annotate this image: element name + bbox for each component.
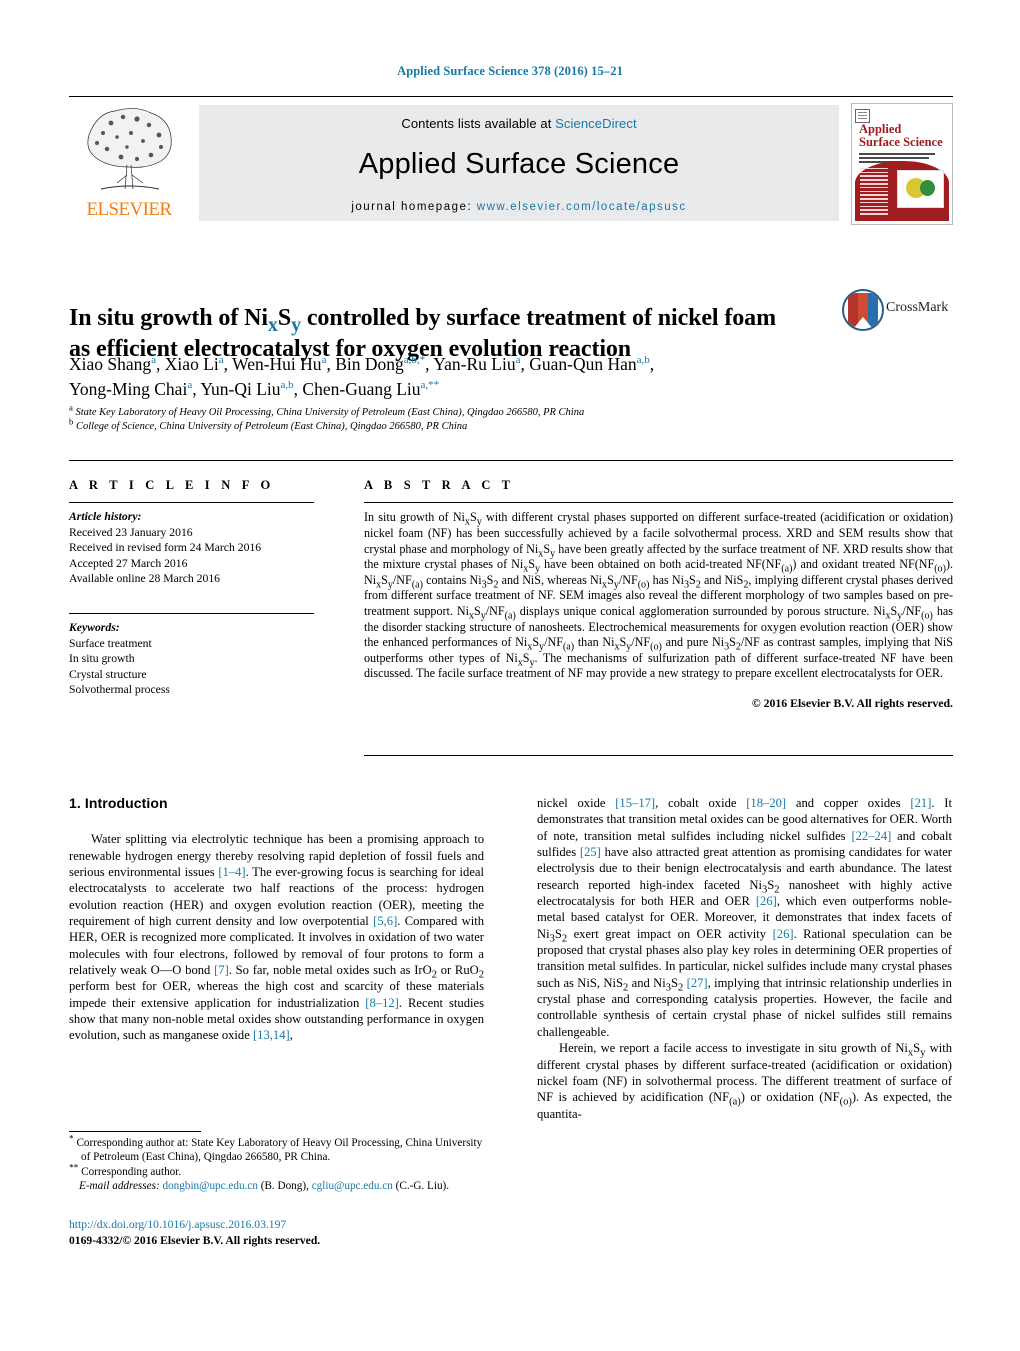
history-item: Accepted 27 March 2016 [69,556,188,570]
article-info-column: A R T I C L E I N F O Article history: R… [69,478,314,698]
authors-line-2: Yong-Ming Chaia, Yun-Qi Liua,b, Chen-Gua… [69,379,440,399]
contents-available-line: Contents lists available at ScienceDirec… [199,116,839,131]
abstract-heading: A B S T R A C T [364,478,515,492]
citation-link[interactable]: [25] [580,845,601,859]
affiliation-a-text: State Key Laboratory of Heavy Oil Proces… [75,407,585,418]
keyword-item: Crystal structure [69,667,147,681]
citation-link[interactable]: [18–20] [746,796,786,810]
sciencedirect-link[interactable]: ScienceDirect [555,116,637,131]
cover-elsevier-mark [855,109,870,123]
article-info-heading: A R T I C L E I N F O [69,478,275,492]
citation-link[interactable]: [26] [773,927,794,941]
footnote-emails: E-mail addresses: dongbin@upc.edu.cn (B.… [79,1179,484,1193]
citation-link[interactable]: [5,6] [373,914,397,928]
journal-title: Applied Surface Science [358,148,680,180]
footnotes-block: * Corresponding author at: State Key Lab… [69,1135,484,1194]
contents-prefix: Contents lists available at [401,116,556,131]
intro-left-column: 1. Introduction Water splitting via elec… [69,795,484,1044]
crossmark-badge[interactable]: CrossMark [842,289,960,331]
citation-link[interactable]: [8–12] [365,996,399,1010]
cover-title-line2: Surface Science [859,135,943,149]
elsevier-logo: ELSEVIER [73,105,185,223]
history-item: Received in revised form 24 March 2016 [69,541,262,555]
authors-line-1: Xiao Shanga, Xiao Lia, Wen-Hui Hua, Bin … [69,354,655,374]
title-sub-y: y [291,313,301,336]
doi-link[interactable]: http://dx.doi.org/10.1016/j.apsusc.2016.… [69,1217,499,1233]
cover-red-arc [855,161,949,221]
citation-link[interactable]: [1–4] [218,865,245,879]
abstract-column: A B S T R A C T In situ growth of NixSy … [364,478,953,711]
citation-link[interactable]: [27] [687,976,708,990]
citation-link[interactable]: [26] [756,894,777,908]
footnote-corresponding-author-1: * Corresponding author at: State Key Lab… [69,1135,484,1165]
citation-link[interactable]: [13,14] [253,1028,290,1042]
footnote-separator-rule [69,1131,201,1132]
email-owner-dong: (B. Dong), [257,1180,312,1193]
keywords-block: Keywords: Surface treatment In situ grow… [69,620,314,698]
author-list: Xiao Shanga, Xiao Lia, Wen-Hui Hua, Bin … [69,352,879,402]
title-part-1: In situ growth of Ni [69,305,268,332]
abstract-text: In situ growth of NixSy with different c… [364,510,954,681]
elsevier-tree-icon [87,108,172,190]
running-head: Applied Surface Science 378 (2016) 15–21 [397,64,623,78]
intro-paragraph-right-cont: nickel oxide [15–17], cobalt oxide [18–2… [537,796,953,1039]
journal-band: Contents lists available at ScienceDirec… [199,105,839,221]
email-addresses-label: E-mail addresses: [79,1180,160,1193]
keyword-item: Solvothermal process [69,683,170,697]
footnote-text: Corresponding author at: State Key Labor… [73,1137,483,1164]
issn-prefix: 0169-4332/ [69,1233,123,1247]
crossmark-label: CrossMark [886,300,949,315]
issn-copyright-line: 0169-4332/© 2016 Elsevier B.V. All right… [69,1233,499,1249]
homepage-url-link[interactable]: www.elsevier.com/locate/apsusc [477,201,687,213]
cover-title-line1: Applied [859,122,902,136]
email-owner-liu: (C.-G. Liu). [392,1180,450,1193]
article-info-rule-2 [69,612,314,615]
crossmark-icon [842,289,884,331]
title-part-2: S [277,305,292,332]
affiliation-b: b College of Science, China University o… [69,416,468,432]
article-history-block: Article history: Received 23 January 201… [69,509,314,587]
email-link-liu[interactable]: cgliu@upc.edu.cn [312,1180,393,1192]
info-top-rule [69,460,953,462]
homepage-prefix: journal homepage: [351,201,477,213]
keyword-item: In situ growth [69,652,135,666]
affiliation-a: a State Key Laboratory of Heavy Oil Proc… [69,402,585,418]
email-link-dong[interactable]: dongbin@upc.edu.cn [162,1180,257,1192]
keyword-item: Surface treatment [69,636,152,650]
issn-rights: © 2016 Elsevier B.V. All rights reserved… [122,1233,321,1247]
journal-homepage-line: journal homepage: www.elsevier.com/locat… [199,201,839,213]
section-heading-introduction: 1. Introduction [69,795,168,811]
keywords-label: Keywords: [69,621,120,635]
footnote-text: Corresponding author. [78,1165,182,1178]
footnote-marker: ** [69,1163,79,1174]
cover-toc-lines [860,167,888,217]
elsevier-wordmark: ELSEVIER [86,199,173,220]
citation-link[interactable]: [15–17] [615,796,655,810]
article-history-label: Article history: [69,510,142,524]
doi-block: http://dx.doi.org/10.1016/j.apsusc.2016.… [69,1217,499,1248]
title-sub-x: x [267,313,278,336]
title-part-3: controlled by surface treatment of nicke… [300,305,776,332]
journal-article-page: Applied Surface Science 378 (2016) 15–21 [0,0,1020,1351]
citation-link[interactable]: [22–24] [851,829,891,843]
citation-link[interactable]: [7] [214,963,229,977]
journal-masthead: ELSEVIER Contents lists available at Sci… [69,96,953,226]
cover-figure-thumb [897,170,944,208]
article-info-rule-1 [69,502,314,504]
citation-link[interactable]: [21] [910,796,931,810]
abstract-rule [364,502,953,504]
abstract-copyright: © 2016 Elsevier B.V. All rights reserved… [751,695,953,710]
history-item: Received 23 January 2016 [69,525,193,539]
intro-right-column: nickel oxide [15–17], cobalt oxide [18–2… [537,795,952,1122]
intro-paragraph-left: Water splitting via electrolytic techniq… [69,832,485,1043]
affiliations: a State Key Laboratory of Heavy Oil Proc… [69,402,919,433]
journal-cover-thumbnail: Applied Surface Science [851,103,953,225]
abstract-bottom-rule [364,755,953,757]
intro-paragraph-herein: Herein, we report a facile access to inv… [537,1041,953,1121]
footnote-corresponding-author-2: ** Corresponding author. [69,1163,484,1179]
cover-title: Applied Surface Science [859,123,947,149]
affiliation-b-text: College of Science, China University of … [76,420,468,432]
history-item: Available online 28 March 2016 [69,572,221,586]
